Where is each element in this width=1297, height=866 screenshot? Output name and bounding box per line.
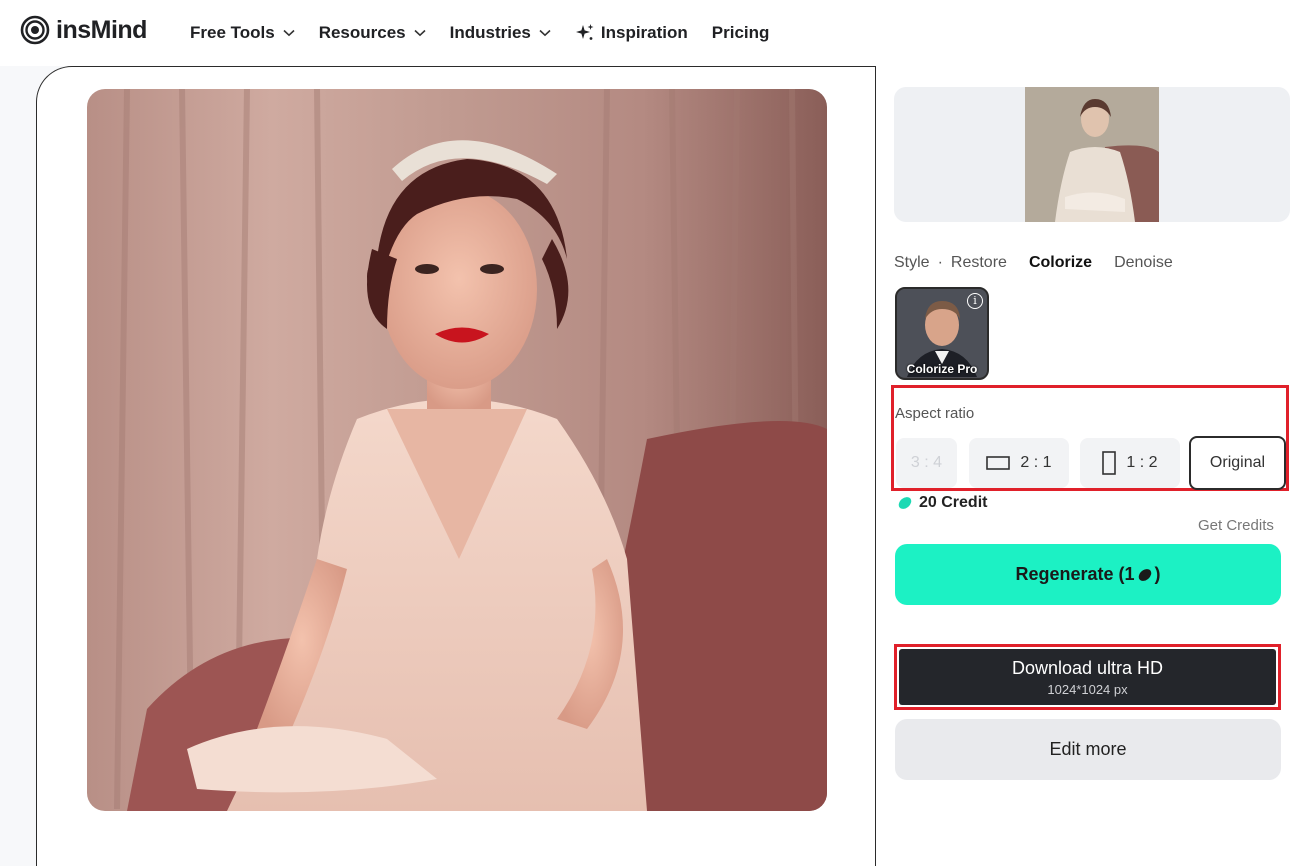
edit-more-label: Edit more xyxy=(1049,739,1127,759)
nav-resources-label: Resources xyxy=(318,23,406,42)
regenerate-button[interactable]: Regenerate (1 ) xyxy=(895,544,1281,605)
get-credits-link[interactable]: Get Credits xyxy=(1198,517,1274,534)
insmind-logo-icon xyxy=(20,15,50,45)
credit-coin-icon xyxy=(898,497,912,509)
credit-balance: 20 Credit xyxy=(897,494,987,512)
enhancement-tabs: Style · Restore Colorize Denoise xyxy=(894,254,1173,272)
chevron-down-icon xyxy=(539,29,551,37)
tab-style[interactable]: Style xyxy=(894,254,930,272)
download-resolution: 1024*1024 px xyxy=(1047,681,1128,697)
nav-resources[interactable]: Resources xyxy=(319,20,426,46)
nav-pricing-label: Pricing xyxy=(711,23,770,42)
download-ultra-hd-button[interactable]: Download ultra HD 1024*1024 px xyxy=(899,649,1276,705)
model-label: Colorize Pro xyxy=(906,362,978,376)
ratio-option-label: 1 : 2 xyxy=(1126,454,1158,471)
nav-pricing[interactable]: Pricing xyxy=(712,20,770,46)
ratio-option-2-1[interactable]: 2 : 1 xyxy=(969,438,1069,488)
tab-denoise[interactable]: Denoise xyxy=(1114,254,1173,272)
logo-text: insMind xyxy=(56,15,147,44)
tab-colorize[interactable]: Colorize xyxy=(1029,254,1092,272)
main-nav: Free Tools Resources Industries Inspirat… xyxy=(190,20,793,46)
ratio-option-label: 3 : 4 xyxy=(910,454,943,471)
insmind-logo[interactable]: insMind xyxy=(20,15,147,45)
credit-amount: 20 Credit xyxy=(919,494,988,511)
ratio-option-3-4[interactable]: 3 : 4 xyxy=(896,438,957,488)
portrait-ratio-icon xyxy=(1102,451,1117,475)
tab-separator: · xyxy=(937,254,943,271)
nav-inspiration-label: Inspiration xyxy=(600,23,688,42)
edit-more-button[interactable]: Edit more xyxy=(895,719,1281,780)
colorize-pro-model-card[interactable]: i Colorize Pro xyxy=(895,287,989,380)
nav-free-tools-label: Free Tools xyxy=(190,23,275,42)
aspect-ratio-label: Aspect ratio xyxy=(895,405,975,422)
nav-inspiration[interactable]: Inspiration xyxy=(575,20,688,46)
chevron-down-icon xyxy=(283,29,295,37)
download-label: Download ultra HD xyxy=(1011,657,1164,678)
credit-coin-icon xyxy=(1138,568,1151,581)
ratio-option-label: Original xyxy=(1209,454,1266,471)
regenerate-label: Regenerate (1 xyxy=(1015,564,1135,584)
ratio-option-1-2[interactable]: 1 : 2 xyxy=(1080,438,1180,488)
ratio-option-original[interactable]: Original xyxy=(1189,436,1286,490)
nav-free-tools[interactable]: Free Tools xyxy=(190,20,295,46)
nav-industries[interactable]: Industries xyxy=(450,20,551,46)
tab-restore[interactable]: Restore xyxy=(951,254,1007,272)
nav-industries-label: Industries xyxy=(449,23,531,42)
info-icon[interactable]: i xyxy=(967,293,983,309)
regenerate-suffix: ) xyxy=(1154,564,1161,584)
colorized-result-image[interactable] xyxy=(87,89,827,811)
top-navigation-bar: insMind Free Tools Resources Industries … xyxy=(0,0,1297,66)
landscape-ratio-icon xyxy=(986,456,1011,470)
ratio-option-label: 2 : 1 xyxy=(1020,454,1052,471)
sparkle-icon xyxy=(575,24,594,40)
original-photo-thumbnail[interactable] xyxy=(1025,87,1159,222)
chevron-down-icon xyxy=(414,29,426,37)
